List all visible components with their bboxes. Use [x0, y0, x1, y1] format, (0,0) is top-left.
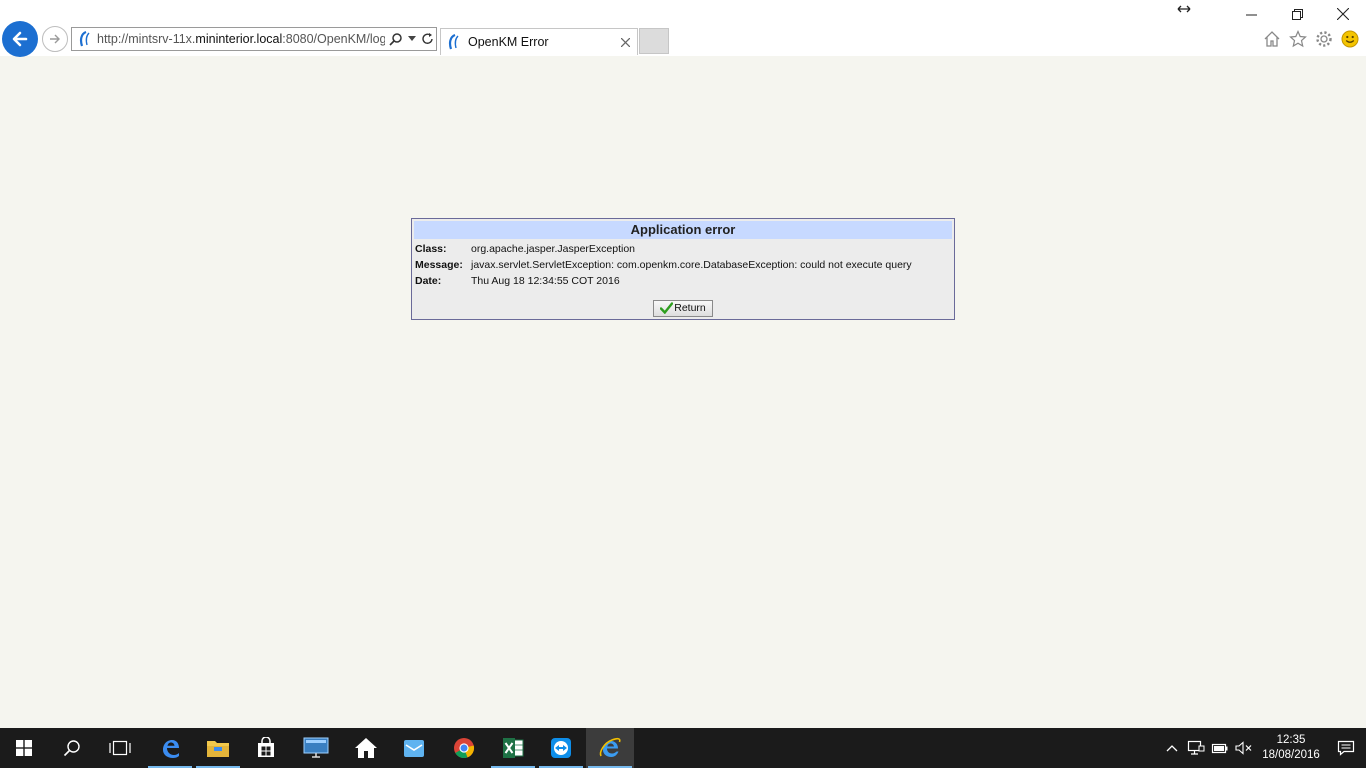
new-tab-button[interactable] [639, 28, 669, 54]
network-icon [1187, 740, 1205, 755]
volume-button[interactable] [1232, 728, 1256, 768]
taskbar-remote-desktop[interactable] [292, 728, 340, 768]
back-button[interactable] [2, 21, 38, 57]
settings-button[interactable] [1314, 29, 1334, 49]
excel-icon [503, 738, 524, 758]
error-label: Class: [415, 243, 447, 255]
home-icon [355, 738, 377, 758]
windows-logo-icon [16, 740, 32, 756]
browser-chrome: http://mintsrv-11x.mininterior.local:808… [0, 0, 1366, 57]
address-bar[interactable]: http://mintsrv-11x.mininterior.local:808… [71, 27, 437, 51]
folder-icon [207, 741, 229, 757]
taskbar-chrome[interactable] [440, 728, 488, 768]
taskbar-internet-explorer[interactable] [586, 728, 634, 768]
favorites-button[interactable] [1288, 29, 1308, 49]
error-label: Message: [415, 259, 463, 271]
close-window-button[interactable] [1320, 0, 1366, 28]
tab-openkm-error[interactable]: OpenKM Error [440, 28, 638, 55]
error-value: org.apache.jasper.JasperException [471, 243, 636, 255]
taskbar: 12:35 18/08/2016 [0, 728, 1366, 768]
minimize-icon [1245, 14, 1257, 15]
notification-icon [1337, 740, 1355, 756]
close-icon [620, 37, 630, 47]
restore-icon [1291, 8, 1303, 20]
minimize-button[interactable] [1228, 0, 1274, 28]
mail-icon [404, 740, 424, 757]
network-button[interactable] [1184, 728, 1208, 768]
arrow-left-icon [12, 31, 28, 47]
refresh-icon[interactable] [421, 32, 435, 46]
chevron-up-icon [1166, 745, 1178, 752]
taskbar-search-button[interactable] [48, 728, 96, 768]
task-view-button[interactable] [96, 728, 144, 768]
close-icon [1337, 8, 1349, 20]
home-button[interactable] [1262, 29, 1282, 49]
action-center-button[interactable] [1326, 728, 1366, 768]
taskbar-store[interactable] [242, 728, 290, 768]
star-icon [1289, 30, 1307, 48]
clock-time: 12:35 [1276, 734, 1306, 746]
checkmark-icon [660, 302, 674, 314]
system-tray: 12:35 18/08/2016 [1160, 728, 1366, 768]
error-value: javax.servlet.ServletException: com.open… [471, 259, 912, 271]
battery-plug-icon [1211, 743, 1228, 754]
chrome-icon [454, 738, 475, 759]
close-tab-button[interactable] [617, 34, 633, 50]
resize-arrows-icon [1177, 5, 1191, 13]
openkm-favicon-icon [444, 32, 464, 52]
taskbar-home-app[interactable] [342, 728, 390, 768]
taskbar-file-explorer[interactable] [194, 728, 242, 768]
taskbar-teamviewer[interactable] [537, 728, 585, 768]
tab-title: OpenKM Error [468, 35, 549, 49]
openkm-favicon-icon [75, 29, 95, 49]
error-details: Class: org.apache.jasper.JasperException… [412, 241, 954, 289]
error-row-class: Class: org.apache.jasper.JasperException [415, 241, 954, 257]
taskbar-excel[interactable] [489, 728, 537, 768]
taskbar-mail[interactable] [390, 728, 438, 768]
edge-icon [163, 740, 179, 758]
search-icon[interactable] [389, 32, 403, 46]
clock-date: 18/08/2016 [1262, 749, 1320, 761]
taskbar-edge[interactable] [146, 728, 194, 768]
error-row-message: Message: javax.servlet.ServletException:… [415, 257, 954, 273]
taskbar-clock[interactable]: 12:35 18/08/2016 [1256, 733, 1326, 763]
gear-icon [1316, 31, 1332, 47]
speaker-muted-icon [1235, 741, 1252, 755]
show-hidden-icons-button[interactable] [1160, 728, 1184, 768]
internet-explorer-icon [599, 737, 621, 757]
smiley-icon [1341, 30, 1359, 48]
error-value: Thu Aug 18 12:34:55 COT 2016 [471, 275, 620, 287]
return-label: Return [674, 302, 706, 314]
restore-button[interactable] [1274, 0, 1320, 28]
start-button[interactable] [0, 728, 48, 768]
error-row-date: Date: Thu Aug 18 12:34:55 COT 2016 [415, 273, 954, 289]
monitor-icon [303, 737, 329, 758]
teamviewer-icon [551, 738, 571, 758]
search-icon [63, 740, 80, 757]
feedback-button[interactable] [1340, 29, 1360, 49]
error-dialog: Application error Class: org.apache.jasp… [411, 218, 955, 320]
arrow-right-icon [50, 34, 60, 44]
home-icon [1264, 31, 1280, 47]
return-button[interactable]: Return [653, 299, 713, 317]
chevron-down-icon[interactable] [408, 36, 416, 42]
error-title: Application error [414, 221, 952, 239]
url-text[interactable]: http://mintsrv-11x.mininterior.local:808… [97, 32, 385, 46]
error-label: Date: [415, 275, 442, 287]
task-view-icon [109, 740, 131, 756]
power-button[interactable] [1208, 728, 1232, 768]
forward-button[interactable] [42, 26, 68, 52]
store-icon [258, 737, 274, 757]
